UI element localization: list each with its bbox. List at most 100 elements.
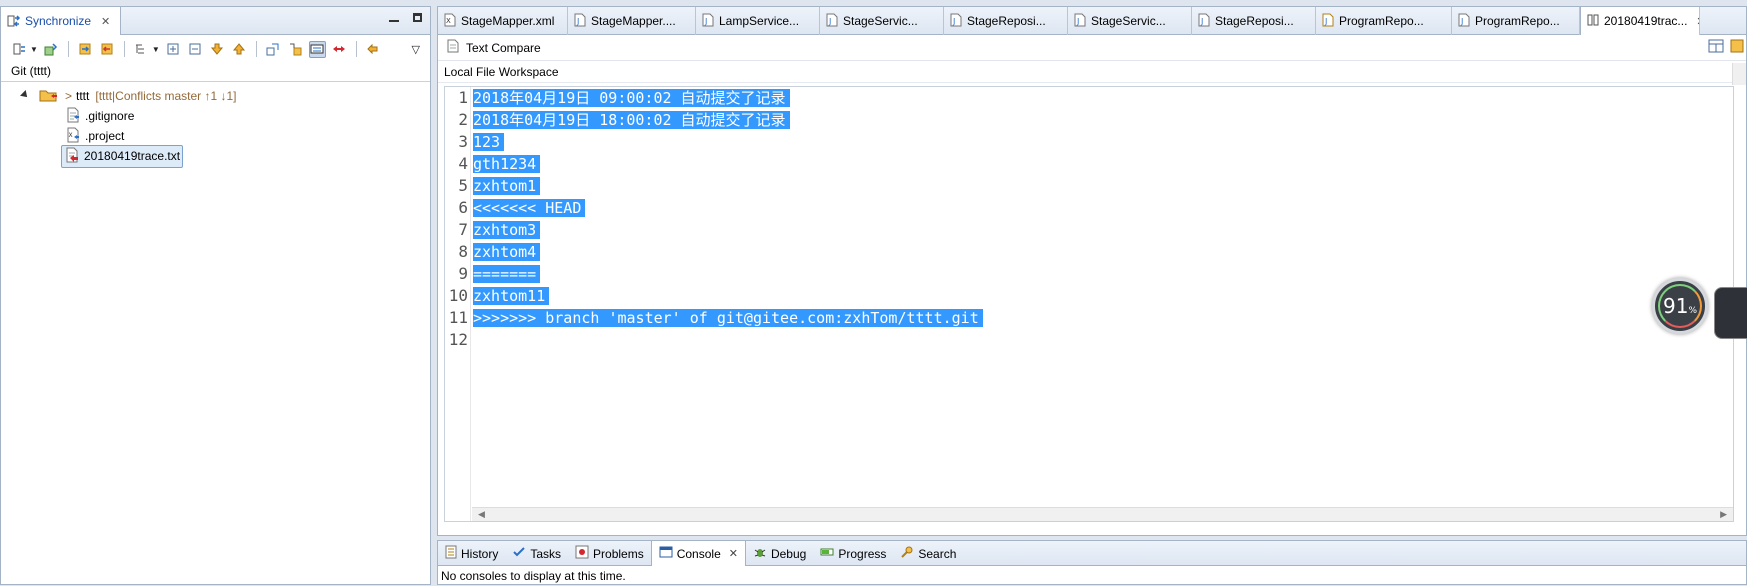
horizontal-scrollbar[interactable]: ◀ ▶ — [472, 507, 1733, 521]
chevron-down-icon[interactable]: ▼ — [30, 45, 38, 54]
synchronize-dropdown-icon[interactable] — [11, 41, 28, 58]
svg-text:J: J — [828, 17, 831, 26]
svg-text:X: X — [446, 17, 451, 25]
tab-label: Search — [918, 546, 957, 561]
editor-tab-label: 20180419trac... — [1604, 14, 1688, 28]
tree-row-trace-file[interactable]: 20180419trace.txt — [1, 144, 430, 168]
svg-text:J: J — [704, 17, 707, 26]
usage-ring-icon — [1658, 284, 1702, 328]
previous-difference-icon[interactable] — [231, 41, 248, 58]
synchronize-view: Synchronize ✕ ▼ ▼ ▽ Git (tttt) > tttt [t… — [0, 6, 431, 585]
code-line: gth1234 — [473, 153, 1733, 175]
tab-problems[interactable]: Problems — [568, 541, 651, 566]
selected-text: 2018年04月19日 18:00:02 自动提交了记录 — [473, 111, 790, 129]
expand-all-icon[interactable] — [165, 41, 182, 58]
floating-widget-panel[interactable] — [1714, 287, 1747, 339]
tab-progress[interactable]: Progress — [813, 541, 893, 566]
tab-label: Problems — [593, 546, 644, 561]
editor-tab[interactable]: J StageReposi... — [944, 7, 1068, 35]
text-pane[interactable]: 1 2 3 4 5 6 7 8 9 10 11 12 2018年04月19日 0… — [444, 86, 1734, 522]
java-file-icon: J — [1458, 13, 1470, 30]
incoming-mode-icon[interactable] — [265, 41, 282, 58]
svg-text:J: J — [1324, 17, 1327, 26]
tree-row-project[interactable]: > tttt [tttt|Conflicts master ↑1 ↓1] — [1, 86, 430, 106]
code-text[interactable]: 2018年04月19日 09:00:02 自动提交了记录 2018年04月19日… — [473, 87, 1733, 351]
copy-changes-icon[interactable] — [1730, 39, 1744, 56]
vertical-scrollbar[interactable] — [1732, 63, 1746, 85]
editor-tab-label: LampService... — [719, 14, 800, 28]
selected-text: >>>>>>> branch 'master' of git@gitee.com… — [473, 309, 983, 327]
line-number: 12 — [448, 330, 468, 349]
presentation-icon[interactable] — [133, 41, 150, 58]
console-icon — [659, 545, 673, 562]
tree-row-project-file[interactable]: X .project — [1, 126, 430, 146]
incoming-outgoing-mode-icon[interactable] — [308, 40, 326, 58]
problems-icon — [575, 545, 589, 562]
file-name: 20180419trace.txt — [84, 149, 181, 163]
line-number: 10 — [448, 286, 468, 305]
close-icon[interactable]: ✕ — [729, 547, 738, 560]
editor-tab-label: StageMapper.... — [591, 14, 676, 28]
editor-tab[interactable]: J StageServic... — [1068, 7, 1192, 35]
xml-file-icon: X — [444, 13, 456, 30]
selected-file[interactable]: 20180419trace.txt — [61, 144, 184, 168]
selected-text: zxhtom11 — [473, 287, 550, 305]
tab-search[interactable]: Search — [893, 541, 963, 566]
text-compare-icon — [446, 39, 460, 56]
selected-text: 2018年04月19日 09:00:02 自动提交了记录 — [473, 89, 790, 107]
tab-console[interactable]: Console ✕ — [650, 541, 746, 566]
editor-tab[interactable]: J StageMapper.... — [568, 7, 696, 35]
chevron-down-icon[interactable]: ▼ — [152, 45, 160, 54]
project-folder-icon — [39, 88, 59, 105]
line-number: 9 — [458, 264, 468, 283]
tab-label: Debug — [770, 546, 807, 561]
editor-tab[interactable]: J ProgramRepo... — [1316, 7, 1452, 35]
tab-synchronize[interactable]: Synchronize ✕ — [1, 7, 121, 35]
tab-history[interactable]: History — [438, 541, 505, 566]
tab-synchronize-label: Synchronize — [25, 14, 92, 28]
memory-usage-widget[interactable]: 91% — [1652, 278, 1708, 334]
view-menu-icon[interactable]: ▽ — [412, 43, 420, 56]
code-line: 123 — [473, 131, 1733, 153]
editor-tab[interactable]: J LampService... — [696, 7, 820, 35]
editor-tab[interactable]: X StageMapper.xml — [438, 7, 568, 35]
java-file-icon: J — [1074, 13, 1086, 30]
pin-history-icon[interactable] — [365, 41, 382, 58]
scroll-right-icon[interactable]: ▶ — [1720, 509, 1727, 520]
editor-tab[interactable]: J StageReposi... — [1192, 7, 1316, 35]
tree-row-gitignore[interactable]: .gitignore — [1, 106, 430, 126]
java-file-icon: J — [950, 13, 962, 30]
search-icon — [900, 545, 914, 562]
tab-debug[interactable]: Debug — [746, 541, 813, 566]
editor-tab[interactable]: J StageServic... — [820, 7, 944, 35]
push-icon[interactable] — [99, 41, 116, 58]
outgoing-mode-icon[interactable] — [287, 41, 304, 58]
line-number: 1 — [458, 88, 468, 107]
editor-tabbar: X StageMapper.xml J StageMapper.... J La… — [438, 7, 1746, 35]
pin-icon[interactable] — [43, 41, 60, 58]
tab-label: History — [461, 546, 499, 561]
editor-tab[interactable]: J ProgramRepo... — [1452, 7, 1580, 35]
collapse-all-icon[interactable] — [187, 41, 204, 58]
editor-tab-label: StageMapper.xml — [461, 14, 555, 28]
layout-toggle-icon[interactable] — [1708, 39, 1724, 56]
selected-text: gth1234 — [473, 155, 541, 173]
conflicts-mode-icon[interactable] — [331, 41, 348, 58]
project-prefix: > — [65, 89, 73, 103]
editor-tab-label: StageServic... — [843, 14, 918, 28]
expand-twisty-icon[interactable] — [20, 90, 30, 100]
line-number: 6 — [458, 198, 468, 217]
scroll-left-icon[interactable]: ◀ — [478, 509, 485, 520]
console-message: No consoles to display at this time. — [441, 569, 626, 583]
bottom-panel: History Tasks Problems Console ✕ Debug P… — [437, 540, 1747, 585]
selected-text: zxhtom1 — [473, 177, 541, 195]
maximize-icon[interactable] — [413, 13, 422, 22]
editor-tab-active[interactable]: 20180419trac... ✕ — [1580, 7, 1700, 35]
fetch-icon[interactable] — [77, 41, 94, 58]
line-number: 7 — [458, 220, 468, 239]
close-icon[interactable]: ✕ — [1696, 15, 1699, 28]
close-icon[interactable]: ✕ — [101, 15, 110, 28]
next-difference-icon[interactable] — [209, 41, 226, 58]
tab-tasks[interactable]: Tasks — [505, 541, 568, 566]
minimize-icon[interactable] — [389, 20, 399, 22]
